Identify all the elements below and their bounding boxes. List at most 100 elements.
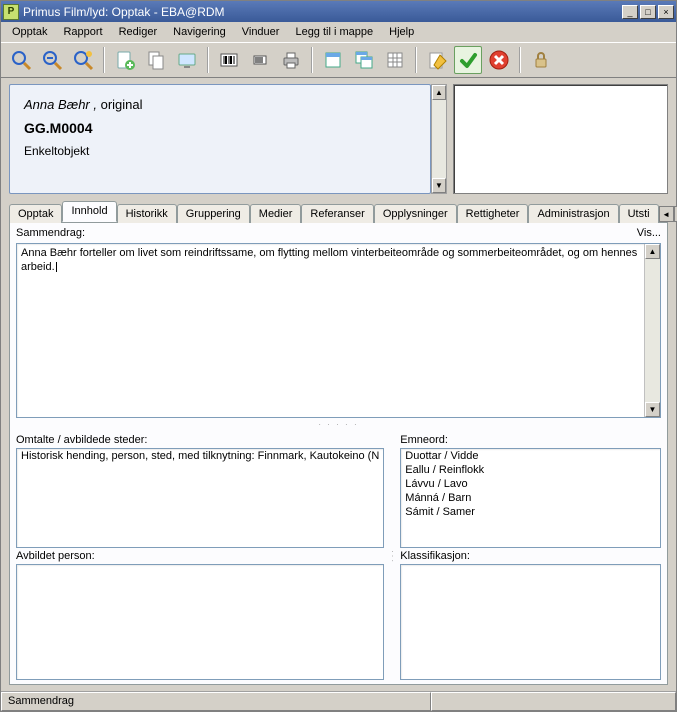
tab-medier[interactable]: Medier [250,204,302,223]
window-icon[interactable] [319,46,347,74]
object-name: Anna Bæhr , original [24,97,416,112]
tab-scroll: ◄ ► [659,206,677,222]
scroll-down-icon[interactable]: ▼ [432,178,446,193]
lower-columns: Omtalte / avbildede steder: Historisk he… [16,434,661,680]
search-minus-icon[interactable] [38,46,66,74]
tab-scroll-left-icon[interactable]: ◄ [659,206,674,222]
summary-field[interactable]: Anna Bæhr forteller om livet som reindri… [16,243,661,418]
cancel-icon[interactable] [485,46,513,74]
close-button[interactable]: × [658,5,674,19]
toolbar-separator [519,47,521,73]
tab-utsti[interactable]: Utsti [619,204,659,223]
left-column: Omtalte / avbildede steder: Historisk he… [16,434,384,680]
steder-header: Omtalte / avbildede steder: [16,434,384,446]
grid-icon[interactable] [381,46,409,74]
titlebar-text: Primus Film/lyd: Opptak - EBA@RDM [23,5,622,19]
emneord-item[interactable]: Sámit / Samer [401,505,660,519]
toolbar [1,42,676,78]
menu-opptak[interactable]: Opptak [5,24,54,40]
splitter-v[interactable]: ··· [390,434,394,680]
klass-header: Klassifikasjon: [400,550,661,562]
windows-stack-icon[interactable] [350,46,378,74]
menu-rediger[interactable]: Rediger [112,24,165,40]
tab-gruppering[interactable]: Gruppering [177,204,250,223]
summary-header: Sammendrag: Vis... [16,227,661,239]
object-id: GG.M0004 [24,120,416,136]
scroll-up-icon[interactable]: ▲ [645,244,660,259]
summary-vis-link[interactable]: Vis... [637,227,661,239]
avbildet-label: Avbildet person: [16,550,384,562]
app-icon: P [3,4,19,20]
copy-icon[interactable] [142,46,170,74]
toolbar-separator [103,47,105,73]
steder-label: Omtalte / avbildede steder: [16,434,384,446]
toolbar-separator [311,47,313,73]
menubar: Opptak Rapport Rediger Navigering Vindue… [1,22,676,42]
steder-item[interactable]: Historisk hending, person, sted, med til… [17,449,383,463]
menu-rapport[interactable]: Rapport [56,24,109,40]
splitter-h[interactable]: · · · · · [16,422,661,430]
klass-label: Klassifikasjon: [400,550,661,562]
tab-administrasjon[interactable]: Administrasjon [528,204,618,223]
object-name-primary: Anna Bæhr , [24,97,97,112]
tab-historikk[interactable]: Historikk [117,204,177,223]
scroll-up-icon[interactable]: ▲ [432,85,446,100]
tab-rettigheter[interactable]: Rettigheter [457,204,529,223]
emneord-item[interactable]: Duottar / Vidde [401,449,660,463]
window-buttons: _ □ × [622,5,674,19]
status-rest [431,692,676,711]
menu-navigering[interactable]: Navigering [166,24,233,40]
splitter-dots-icon: ··· [388,550,397,564]
tab-opptak[interactable]: Opptak [9,204,62,223]
right-column: Emneord: Duottar / Vidde Eallu / Reinflo… [400,434,661,680]
header-panels: Anna Bæhr , original GG.M0004 Enkeltobje… [1,78,676,198]
search-icon[interactable] [7,46,35,74]
titlebar: P Primus Film/lyd: Opptak - EBA@RDM _ □ … [1,1,676,22]
steder-list[interactable]: Historisk hending, person, sted, med til… [16,448,384,548]
tab-referanser[interactable]: Referanser [301,204,373,223]
new-doc-icon[interactable] [111,46,139,74]
lock-icon[interactable] [527,46,555,74]
emneord-list[interactable]: Duottar / Vidde Eallu / Reinflokk Lávvu … [400,448,661,548]
status-field-name: Sammendrag [1,692,431,711]
scroll-track[interactable] [645,259,660,402]
menu-vinduer[interactable]: Vinduer [235,24,287,40]
screen-icon[interactable] [173,46,201,74]
tab-innhold[interactable]: Innhold [62,201,116,222]
avbildet-header: Avbildet person: [16,550,384,562]
accept-icon[interactable] [454,46,482,74]
menu-hjelp[interactable]: Hjelp [382,24,421,40]
scroll-down-icon[interactable]: ▼ [645,402,660,417]
search-star-icon[interactable] [69,46,97,74]
avbildet-list[interactable] [16,564,384,680]
tab-scroll-right-icon[interactable]: ► [674,206,677,222]
klass-list[interactable] [400,564,661,680]
barcode-small-icon[interactable] [246,46,274,74]
emneord-header: Emneord: [400,434,661,446]
media-preview-panel [453,84,668,194]
emneord-item[interactable]: Eallu / Reinflokk [401,463,660,477]
app-window: P Primus Film/lyd: Opptak - EBA@RDM _ □ … [0,0,677,712]
tab-area: Opptak Innhold Historikk Gruppering Medi… [9,200,668,685]
minimize-button[interactable]: _ [622,5,638,19]
maximize-button[interactable]: □ [640,5,656,19]
scroll-track[interactable] [432,100,446,178]
summary-scrollbar[interactable]: ▲ ▼ [644,244,660,417]
statusbar: Sammendrag [1,691,676,711]
tab-content-innhold: Sammendrag: Vis... Anna Bæhr forteller o… [9,222,668,685]
menu-leggtil[interactable]: Legg til i mappe [288,24,380,40]
edit-icon[interactable] [423,46,451,74]
emneord-label: Emneord: [400,434,661,446]
emneord-item[interactable]: Lávvu / Lavo [401,477,660,491]
info-scrollbar[interactable]: ▲ ▼ [431,84,447,194]
print-icon[interactable] [277,46,305,74]
summary-text[interactable]: Anna Bæhr forteller om livet som reindri… [17,244,644,417]
tab-row: Opptak Innhold Historikk Gruppering Medi… [9,200,668,222]
tab-opplysninger[interactable]: Opplysninger [374,204,457,223]
emneord-item[interactable]: Mánná / Barn [401,491,660,505]
object-name-secondary: original [97,97,143,112]
summary-label: Sammendrag: [16,227,637,239]
barcode-icon[interactable] [215,46,243,74]
object-type: Enkeltobjekt [24,144,416,158]
toolbar-separator [207,47,209,73]
